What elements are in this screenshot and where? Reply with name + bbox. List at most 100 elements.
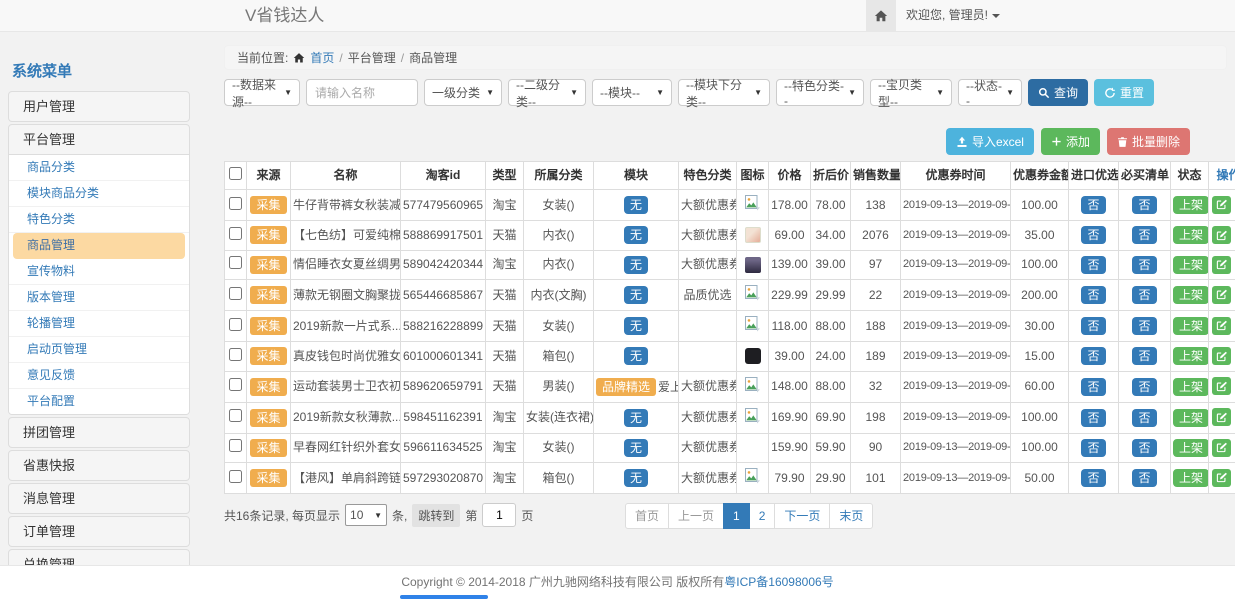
status-badge[interactable]: 上架 — [1173, 196, 1209, 214]
import-optimal-badge[interactable]: 否 — [1081, 317, 1105, 335]
sidebar-group-header[interactable]: 消息管理 — [9, 484, 189, 513]
row-checkbox[interactable] — [229, 470, 242, 483]
product-category: 内衣(文胸) — [524, 280, 594, 311]
sidebar-subitem-平台配置[interactable]: 平台配置 — [9, 389, 189, 414]
edit-button[interactable] — [1212, 196, 1231, 214]
must-buy-badge[interactable]: 否 — [1132, 439, 1156, 457]
sidebar-subitem-宣传物料[interactable]: 宣传物料 — [9, 259, 189, 285]
row-checkbox[interactable] — [229, 439, 242, 452]
status-badge[interactable]: 上架 — [1173, 256, 1209, 274]
sidebar-subitem-意见反馈[interactable]: 意见反馈 — [9, 363, 189, 389]
status-badge[interactable]: 上架 — [1173, 469, 1209, 487]
breadcrumb-home-link[interactable]: 首页 — [310, 49, 334, 66]
sidebar-group-label: 省惠快报 — [23, 458, 75, 473]
must-buy-badge[interactable]: 否 — [1132, 196, 1156, 214]
sidebar-group-header[interactable]: 平台管理 — [9, 125, 189, 155]
sidebar-subitem-启动页管理[interactable]: 启动页管理 — [9, 337, 189, 363]
import-optimal-badge[interactable]: 否 — [1081, 286, 1105, 304]
sidebar-subitem-商品分类[interactable]: 商品分类 — [9, 155, 189, 181]
import-optimal-badge[interactable]: 否 — [1081, 469, 1105, 487]
sidebar-subitem-商品管理[interactable]: 商品管理 — [13, 233, 185, 259]
jump-button[interactable]: 跳转到 — [412, 504, 460, 527]
per-page-select[interactable]: 10 ▼ — [345, 504, 387, 526]
must-buy-badge[interactable]: 否 — [1132, 226, 1156, 244]
must-buy-badge[interactable]: 否 — [1132, 256, 1156, 274]
import-optimal-badge[interactable]: 否 — [1081, 226, 1105, 244]
home-button[interactable] — [866, 0, 896, 31]
jump-page-input[interactable] — [482, 503, 516, 527]
status-badge[interactable]: 上架 — [1173, 409, 1209, 427]
status-badge[interactable]: 上架 — [1173, 286, 1209, 304]
row-checkbox[interactable] — [229, 378, 242, 391]
page-button[interactable]: 2 — [749, 503, 776, 529]
filter-select[interactable]: --模块下分类-- ▼ — [678, 79, 770, 106]
edit-button[interactable] — [1212, 469, 1231, 487]
status-badge[interactable]: 上架 — [1173, 226, 1209, 244]
import-optimal-badge[interactable]: 否 — [1081, 378, 1105, 396]
edit-button[interactable] — [1212, 408, 1231, 426]
edit-button[interactable] — [1212, 317, 1231, 335]
edit-button[interactable] — [1212, 347, 1231, 365]
row-checkbox[interactable] — [229, 197, 242, 210]
filter-select[interactable]: --数据来源-- ▼ — [224, 79, 300, 106]
page-button[interactable]: 末页 — [829, 503, 873, 529]
add-button[interactable]: 添加 — [1041, 128, 1100, 155]
status-badge[interactable]: 上架 — [1173, 317, 1209, 335]
must-buy-badge[interactable]: 否 — [1132, 317, 1156, 335]
sidebar-subitem-版本管理[interactable]: 版本管理 — [9, 285, 189, 311]
page-button[interactable]: 首页 — [625, 503, 669, 529]
sidebar-group-header[interactable]: 拼团管理 — [9, 418, 189, 447]
sidebar-group-header[interactable]: 订单管理 — [9, 517, 189, 546]
sidebar-subitem-模块商品分类[interactable]: 模块商品分类 — [9, 181, 189, 207]
row-checkbox[interactable] — [229, 227, 242, 240]
edit-button[interactable] — [1212, 226, 1231, 244]
filter-select[interactable]: --状态-- ▼ — [958, 79, 1022, 106]
row-checkbox[interactable] — [229, 318, 242, 331]
page-button[interactable]: 1 — [723, 503, 750, 529]
name-search-input[interactable] — [306, 79, 418, 106]
sidebar-group-header[interactable]: 省惠快报 — [9, 451, 189, 480]
row-checkbox[interactable] — [229, 287, 242, 300]
must-buy-badge[interactable]: 否 — [1132, 286, 1156, 304]
filter-select[interactable]: --特色分类-- ▼ — [776, 79, 864, 106]
icp-link[interactable]: 粤ICP备16098006号 — [724, 575, 833, 589]
column-header: 折后价 — [811, 162, 851, 190]
status-badge[interactable]: 上架 — [1173, 439, 1209, 457]
filter-select[interactable]: 一级分类 ▼ — [424, 79, 502, 106]
search-button[interactable]: 查询 — [1028, 79, 1088, 106]
must-buy-badge[interactable]: 否 — [1132, 378, 1156, 396]
must-buy-badge[interactable]: 否 — [1132, 409, 1156, 427]
status-badge[interactable]: 上架 — [1173, 347, 1209, 365]
filter-select[interactable]: --二级分类-- ▼ — [508, 79, 586, 106]
row-checkbox[interactable] — [229, 256, 242, 269]
import-optimal-badge[interactable]: 否 — [1081, 347, 1105, 365]
edit-button[interactable] — [1212, 286, 1231, 304]
module-cell: 无 — [594, 311, 679, 342]
status-badge[interactable]: 上架 — [1173, 378, 1209, 396]
import-excel-button[interactable]: 导入excel — [946, 128, 1034, 155]
reset-button[interactable]: 重置 — [1094, 79, 1154, 106]
page-button[interactable]: 上一页 — [668, 503, 724, 529]
user-menu[interactable]: 欢迎您, 管理员! — [906, 0, 1000, 31]
filter-select[interactable]: --模块-- ▼ — [592, 79, 672, 106]
sidebar-group-header[interactable]: 用户管理 — [9, 92, 189, 121]
page-button[interactable]: 下一页 — [774, 503, 830, 529]
select-all-checkbox[interactable] — [229, 167, 242, 180]
sidebar-subitem-特色分类[interactable]: 特色分类 — [9, 207, 189, 233]
edit-button[interactable] — [1212, 377, 1231, 395]
filter-select[interactable]: --宝贝类型-- ▼ — [870, 79, 952, 106]
must-buy-badge[interactable]: 否 — [1132, 347, 1156, 365]
edit-button[interactable] — [1212, 439, 1231, 457]
edit-button[interactable] — [1212, 256, 1231, 274]
row-checkbox[interactable] — [229, 409, 242, 422]
horizontal-scrollbar-thumb[interactable] — [400, 595, 488, 599]
sidebar-subitem-轮播管理[interactable]: 轮播管理 — [9, 311, 189, 337]
must-buy-badge[interactable]: 否 — [1132, 469, 1156, 487]
import-optimal-badge[interactable]: 否 — [1081, 409, 1105, 427]
row-checkbox[interactable] — [229, 348, 242, 361]
import-optimal-badge[interactable]: 否 — [1081, 439, 1105, 457]
import-optimal-badge[interactable]: 否 — [1081, 256, 1105, 274]
import-optimal-badge[interactable]: 否 — [1081, 196, 1105, 214]
sidebar-group-header[interactable]: 兑换管理 — [9, 550, 189, 565]
batch-delete-button[interactable]: 批量删除 — [1107, 128, 1190, 155]
